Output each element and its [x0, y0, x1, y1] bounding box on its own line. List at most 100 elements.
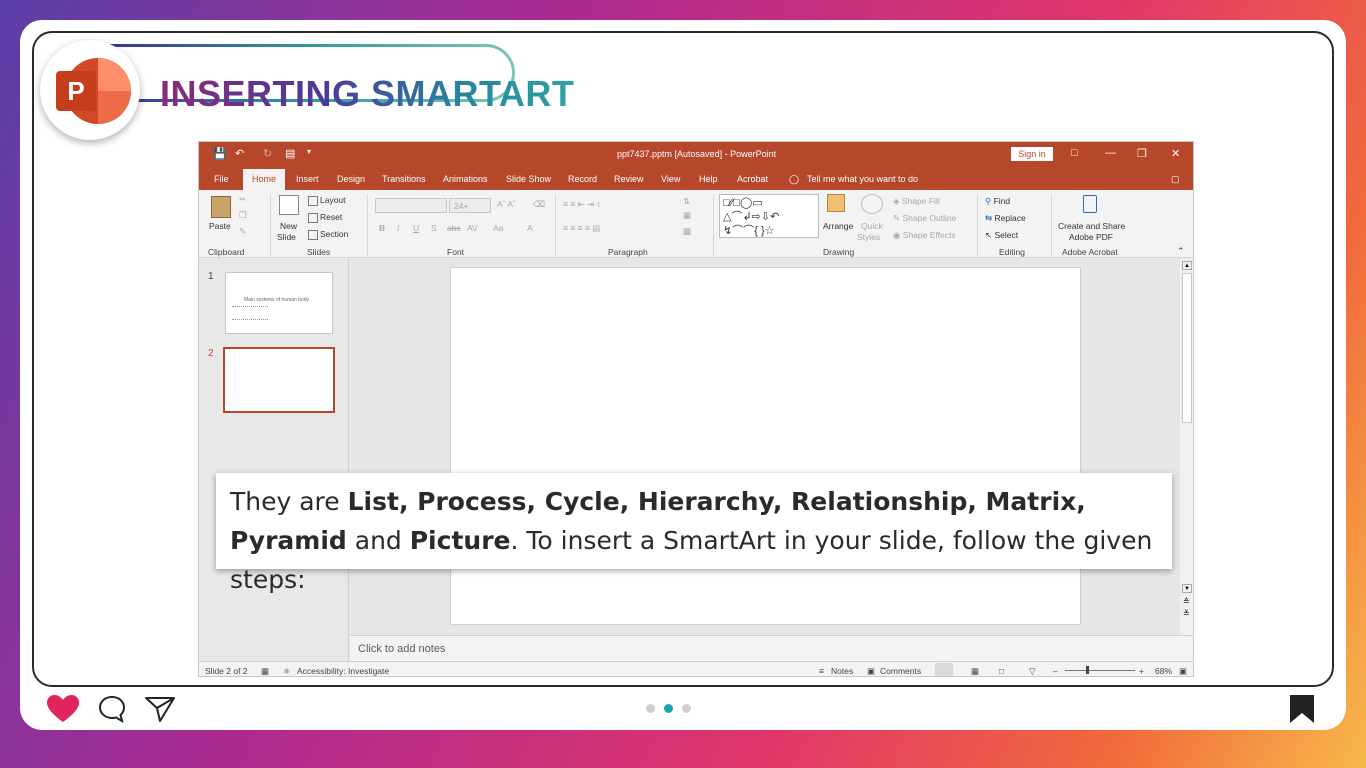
notes-pane[interactable]: Click to add notes: [350, 635, 1193, 661]
shapes-gallery[interactable]: □∕∕□◯▭ △⌒↲⇨⇩↶ ↯⌒⌒{ }☆: [719, 194, 819, 238]
slide-sorter-icon[interactable]: ▦: [971, 666, 979, 676]
shape-effects-button[interactable]: ◉ Shape Effects: [893, 230, 956, 241]
sign-in-button[interactable]: Sign in: [1011, 147, 1053, 161]
maximize-icon[interactable]: ❐: [1137, 147, 1147, 160]
find-button[interactable]: ⚲ Find: [985, 196, 1010, 207]
slide-thumbnail-2[interactable]: [223, 347, 335, 413]
shape-outline-button[interactable]: ✎ Shape Outline: [893, 213, 956, 224]
comment-icon[interactable]: [97, 694, 127, 724]
pagination-dot[interactable]: [646, 704, 655, 713]
tell-me-search[interactable]: Tell me what you want to do: [807, 174, 918, 184]
layout-button[interactable]: Layout: [308, 195, 346, 206]
tab-record[interactable]: Record: [568, 174, 597, 184]
section-button[interactable]: Section: [308, 229, 348, 240]
strikethrough-icon[interactable]: abc: [447, 223, 461, 233]
tab-help[interactable]: Help: [699, 174, 718, 184]
spelling-icon[interactable]: ▦: [261, 666, 269, 676]
scroll-down-icon[interactable]: ▼: [1182, 584, 1192, 593]
tab-insert[interactable]: Insert: [296, 174, 319, 184]
cut-icon[interactable]: ✂: [239, 194, 246, 205]
change-case-icon[interactable]: Aa: [493, 223, 503, 233]
next-slide-icon[interactable]: ≚: [1183, 609, 1190, 618]
bold-icon[interactable]: B: [379, 223, 385, 233]
shape-fill-button[interactable]: ◈ Shape Fill: [893, 196, 940, 207]
slideshow-icon[interactable]: ▽: [1029, 666, 1036, 676]
tab-design[interactable]: Design: [337, 174, 365, 184]
character-spacing-icon[interactable]: AV: [467, 223, 478, 233]
notes-button[interactable]: Notes: [831, 666, 853, 676]
font-name-select[interactable]: [375, 198, 447, 213]
replace-button[interactable]: ⇆ Replace: [985, 213, 1026, 224]
normal-view-icon[interactable]: [935, 663, 953, 676]
undo-icon[interactable]: ↶: [235, 147, 244, 160]
zoom-in-icon[interactable]: +: [1139, 666, 1144, 676]
underline-icon[interactable]: U: [413, 223, 419, 233]
ribbon-display-icon[interactable]: □: [1071, 147, 1078, 159]
bookmark-icon[interactable]: [1289, 694, 1315, 724]
new-slide-button[interactable]: New: [280, 221, 297, 231]
close-icon[interactable]: ✕: [1171, 147, 1180, 160]
bullets-icon[interactable]: ≡ ≡ ⇤ ⇥ ↕: [563, 199, 601, 210]
align-text-icon[interactable]: ▦: [683, 210, 691, 221]
scroll-up-icon[interactable]: ▲: [1182, 261, 1192, 270]
fit-to-window-icon[interactable]: ▣: [1179, 666, 1187, 676]
adobe-pdf-icon[interactable]: [1083, 195, 1097, 213]
select-button[interactable]: ↖ Select: [985, 230, 1018, 241]
scroll-thumb[interactable]: [1182, 273, 1192, 423]
shadow-icon[interactable]: S: [431, 223, 437, 233]
tab-acrobat[interactable]: Acrobat: [737, 174, 768, 184]
text-direction-icon[interactable]: ⇅: [683, 196, 690, 207]
minimize-icon[interactable]: —: [1105, 147, 1116, 159]
heart-icon[interactable]: [46, 694, 80, 724]
share-icon[interactable]: [144, 694, 176, 724]
comments-button[interactable]: Comments: [880, 666, 921, 676]
tab-home[interactable]: Home: [243, 169, 286, 190]
tab-view[interactable]: View: [661, 174, 680, 184]
previous-slide-icon[interactable]: ≙: [1183, 597, 1190, 606]
paste-button[interactable]: Paste: [209, 221, 231, 231]
reset-button[interactable]: Reset: [308, 212, 342, 223]
reading-view-icon[interactable]: □: [999, 666, 1004, 676]
group-divider: [1051, 194, 1052, 256]
slide-thumbnails-pane: 1 Main systems of human body 2: [199, 259, 349, 661]
pagination-dot-active[interactable]: [664, 704, 673, 713]
redo-icon[interactable]: ↻: [263, 147, 272, 160]
copy-icon[interactable]: ❐: [239, 210, 247, 221]
tab-file[interactable]: File: [214, 174, 229, 184]
create-pdf-button[interactable]: Create and Share: [1058, 221, 1125, 231]
paste-icon[interactable]: [211, 196, 231, 218]
presenter-icon[interactable]: ▤: [285, 147, 295, 160]
align-left-icon[interactable]: ≡ ≡ ≡ ≡ ▤: [563, 223, 600, 234]
grow-font-icon[interactable]: Aˆ Aˇ: [497, 199, 516, 209]
tab-review[interactable]: Review: [614, 174, 644, 184]
quick-styles-button[interactable]: Quick: [861, 221, 883, 231]
new-slide-icon[interactable]: [279, 195, 299, 215]
caption-picture: Picture: [409, 526, 511, 555]
format-painter-icon[interactable]: ✎: [239, 226, 246, 237]
customize-qat-icon[interactable]: ▾: [307, 147, 311, 156]
accessibility-icon[interactable]: ⚛: [283, 666, 291, 676]
pagination-dot[interactable]: [682, 704, 691, 713]
clear-formatting-icon[interactable]: ⌫: [533, 199, 545, 210]
collapse-ribbon-icon[interactable]: ⌃: [1177, 246, 1185, 257]
vertical-scrollbar[interactable]: ▲ ▼ ≙ ≚: [1180, 259, 1193, 635]
italic-icon[interactable]: I: [397, 223, 399, 233]
current-slide[interactable]: [450, 267, 1081, 625]
zoom-slider[interactable]: [1065, 670, 1135, 671]
tab-slide-show[interactable]: Slide Show: [506, 174, 551, 184]
font-size-select[interactable]: 24+: [449, 198, 491, 213]
zoom-slider-thumb[interactable]: [1086, 666, 1089, 674]
arrange-icon[interactable]: [827, 194, 845, 212]
slide-thumbnail-1[interactable]: Main systems of human body: [225, 272, 333, 334]
quick-styles-icon[interactable]: [861, 194, 883, 214]
zoom-level[interactable]: 68%: [1155, 666, 1172, 676]
zoom-out-icon[interactable]: –: [1053, 666, 1058, 676]
comments-icon[interactable]: ▢: [1171, 174, 1180, 185]
font-color-icon[interactable]: A: [527, 223, 533, 233]
arrange-button[interactable]: Arrange: [823, 221, 853, 231]
save-icon[interactable]: 💾: [213, 147, 227, 160]
accessibility-status[interactable]: Accessibility: Investigate: [297, 666, 389, 676]
tab-animations[interactable]: Animations: [443, 174, 488, 184]
convert-to-smartart-icon[interactable]: ▩: [683, 226, 691, 237]
tab-transitions[interactable]: Transitions: [382, 174, 426, 184]
